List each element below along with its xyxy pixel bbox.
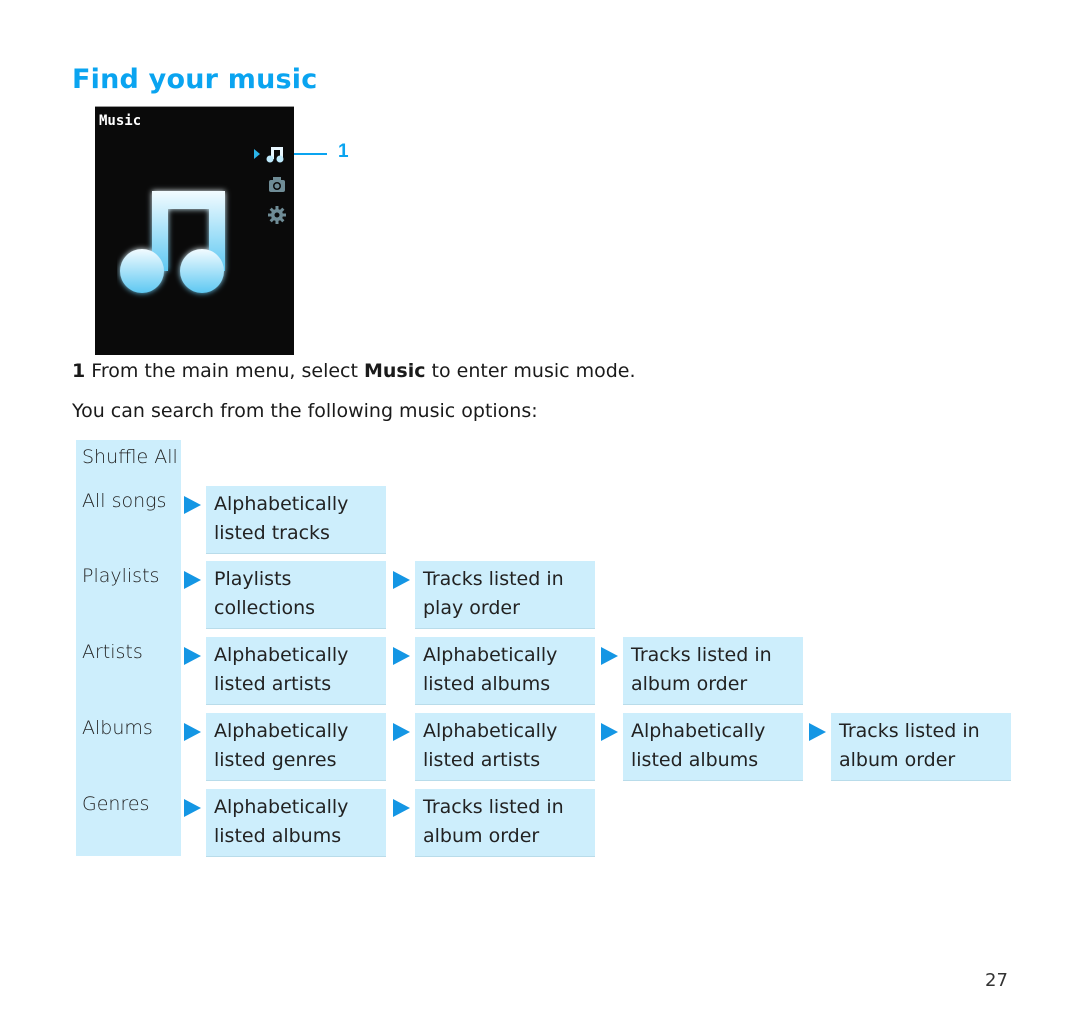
arrow-right-icon: [184, 799, 201, 817]
arrow-right-icon: [393, 647, 410, 665]
category-label[interactable]: Genres: [82, 793, 149, 815]
arrow-right-icon: [809, 723, 826, 741]
option-label: Tracks listed in album order: [631, 644, 772, 695]
option-box: Alphabetically listed albums: [415, 637, 595, 704]
page-title: Find your music: [72, 64, 318, 95]
option-label: Alphabetically listed artists: [423, 720, 558, 771]
step-text-after: to enter music mode.: [425, 360, 636, 382]
option-box: Tracks listed in album order: [623, 637, 803, 704]
gear-icon[interactable]: [267, 205, 287, 225]
option-box: Alphabetically listed artists: [206, 637, 386, 704]
option-box: Alphabetically listed albums: [623, 713, 803, 780]
arrow-right-icon: [184, 723, 201, 741]
option-label: Alphabetically listed albums: [631, 720, 766, 771]
option-box: Alphabetically listed tracks: [206, 486, 386, 553]
device-screen-title: Music: [99, 113, 142, 129]
callout-line: [294, 153, 327, 155]
arrow-right-icon: [601, 723, 618, 741]
arrow-right-icon: [184, 496, 201, 514]
arrow-right-icon: [393, 799, 410, 817]
option-box: Tracks listed in play order: [415, 561, 595, 628]
option-label: Alphabetically listed albums: [214, 796, 349, 847]
option-label: Tracks listed in album order: [839, 720, 980, 771]
option-label: Alphabetically listed artists: [214, 644, 349, 695]
option-label: Alphabetically listed tracks: [214, 493, 349, 544]
camera-icon[interactable]: [267, 175, 287, 195]
category-label[interactable]: Artists: [82, 641, 143, 663]
option-box: Tracks listed in album order: [415, 789, 595, 856]
arrow-right-icon: [393, 723, 410, 741]
option-box: Tracks listed in album order: [831, 713, 1011, 780]
arrow-right-icon: [184, 647, 201, 665]
device-screen: Music: [95, 106, 294, 355]
option-label: Alphabetically listed albums: [423, 644, 558, 695]
category-label[interactable]: Playlists: [82, 565, 159, 587]
intro-text: You can search from the following music …: [72, 400, 538, 422]
category-label[interactable]: All songs: [82, 490, 166, 512]
page-number: 27: [985, 970, 1008, 991]
step-text-before: From the main menu, select: [91, 360, 364, 382]
music-note-icon[interactable]: [265, 144, 285, 164]
step-instruction: 1 From the main menu, select Music to en…: [72, 360, 636, 382]
option-box: Playlists collections: [206, 561, 386, 628]
category-label[interactable]: Shuffle All: [82, 446, 178, 468]
option-box: Alphabetically listed artists: [415, 713, 595, 780]
selection-arrow-icon: [254, 149, 260, 159]
category-label[interactable]: Albums: [82, 717, 153, 739]
arrow-right-icon: [184, 571, 201, 589]
music-note-icon-large: [120, 191, 225, 293]
step-number: 1: [72, 360, 86, 382]
option-label: Tracks listed in album order: [423, 796, 564, 847]
option-label: Alphabetically listed genres: [214, 720, 349, 771]
step-bold-term: Music: [363, 360, 426, 382]
arrow-right-icon: [601, 647, 618, 665]
callout-number: 1: [338, 141, 349, 162]
option-label: Playlists collections: [214, 568, 316, 619]
option-label: Tracks listed in play order: [423, 568, 564, 619]
option-box: Alphabetically listed albums: [206, 789, 386, 856]
arrow-right-icon: [393, 571, 410, 589]
option-box: Alphabetically listed genres: [206, 713, 386, 780]
